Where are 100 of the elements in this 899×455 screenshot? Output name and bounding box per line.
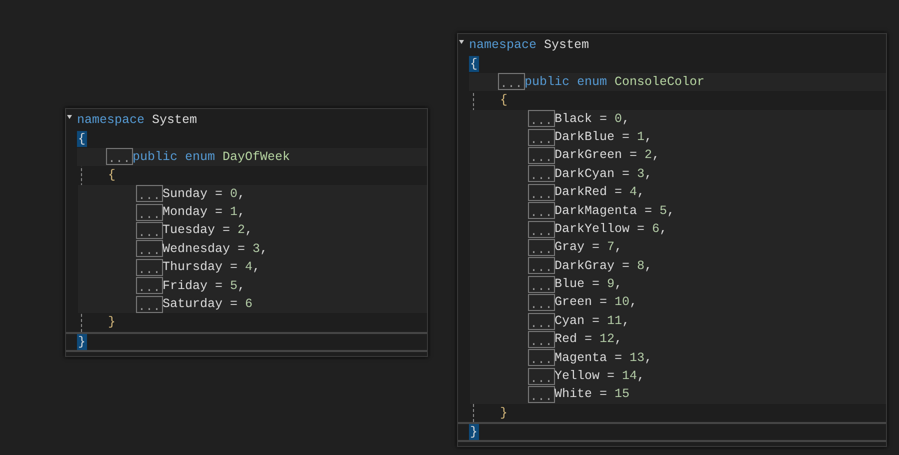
collapsed-marker[interactable]: ... bbox=[528, 128, 555, 146]
member-name: DarkGray bbox=[554, 258, 615, 275]
code-keyword: namespace bbox=[77, 112, 145, 129]
collapsed-marker[interactable]: ... bbox=[528, 349, 555, 366]
operator: = bbox=[238, 240, 246, 258]
collapsed-marker[interactable]: ... bbox=[528, 110, 555, 128]
collapsed-marker[interactable]: ... bbox=[528, 312, 555, 330]
operator: = bbox=[600, 110, 608, 128]
separator: , bbox=[252, 259, 260, 276]
operator: = bbox=[215, 278, 223, 295]
code-keyword: namespace bbox=[469, 37, 537, 54]
collapsed-marker[interactable]: ... bbox=[528, 330, 555, 348]
collapse-arrow-icon[interactable] bbox=[67, 115, 72, 119]
operator: = bbox=[215, 204, 223, 221]
separator: , bbox=[660, 220, 668, 238]
member-name: DarkYellow bbox=[554, 220, 630, 238]
member-value: 4 bbox=[245, 259, 253, 276]
separator: , bbox=[260, 240, 268, 258]
member-name: Yellow bbox=[554, 368, 600, 386]
member-value: 1 bbox=[637, 128, 645, 146]
member-name: Tuesday bbox=[162, 222, 216, 240]
member-value: 8 bbox=[637, 258, 645, 275]
separator: , bbox=[614, 331, 622, 348]
collapsed-marker[interactable]: ... bbox=[136, 277, 163, 294]
operator: = bbox=[600, 294, 608, 312]
separator: , bbox=[238, 186, 246, 203]
member-name: Saturday bbox=[162, 296, 223, 313]
code-keyword: public enum bbox=[524, 74, 608, 91]
operator: = bbox=[600, 386, 608, 404]
separator: , bbox=[637, 368, 645, 386]
collapsed-marker[interactable]: ... bbox=[528, 368, 555, 385]
collapsed-marker[interactable]: ... bbox=[136, 222, 163, 240]
member-name: Friday bbox=[162, 278, 208, 295]
separator: , bbox=[622, 312, 630, 330]
member-name: Gray bbox=[554, 239, 585, 256]
collapsed-marker[interactable]: ... bbox=[528, 165, 555, 182]
brace: } bbox=[77, 334, 87, 350]
operator: = bbox=[622, 258, 630, 275]
collapsed-marker[interactable]: ... bbox=[498, 73, 525, 90]
separator: , bbox=[614, 239, 622, 256]
collapsed-marker[interactable]: ... bbox=[136, 185, 163, 202]
member-name: Wednesday bbox=[162, 240, 230, 258]
member-name: Blue bbox=[554, 276, 585, 294]
member-value: 6 bbox=[245, 296, 253, 313]
namespace-name: System bbox=[544, 37, 590, 54]
separator: , bbox=[630, 294, 638, 312]
member-value: 9 bbox=[607, 276, 615, 294]
member-value: 12 bbox=[600, 331, 615, 348]
operator: = bbox=[230, 259, 238, 276]
collapsed-marker[interactable]: ... bbox=[528, 238, 555, 256]
member-value: 1 bbox=[230, 204, 238, 221]
member-value: 15 bbox=[614, 386, 630, 404]
collapsed-marker[interactable]: ... bbox=[528, 257, 555, 274]
separator: , bbox=[637, 184, 645, 202]
member-name: Monday bbox=[162, 204, 208, 221]
operator: = bbox=[614, 184, 622, 202]
member-value: 11 bbox=[607, 312, 622, 330]
brace: } bbox=[500, 405, 508, 421]
collapsed-marker[interactable]: ... bbox=[528, 202, 555, 220]
collapsed-marker[interactable]: ... bbox=[528, 294, 555, 312]
collapsed-marker[interactable]: ... bbox=[136, 204, 163, 221]
operator: = bbox=[637, 220, 645, 238]
separator: , bbox=[644, 258, 652, 275]
operator: = bbox=[215, 186, 223, 203]
operator: = bbox=[607, 368, 615, 386]
separator: , bbox=[614, 276, 622, 294]
separator: , bbox=[644, 166, 652, 183]
code-keyword: public enum bbox=[132, 148, 216, 166]
member-value: 5 bbox=[230, 278, 238, 295]
collapsed-marker[interactable]: ... bbox=[136, 240, 163, 258]
brace: { bbox=[108, 167, 116, 184]
collapsed-marker[interactable]: ... bbox=[528, 147, 555, 164]
member-name: DarkCyan bbox=[554, 166, 615, 183]
operator: = bbox=[222, 222, 230, 240]
member-name: DarkRed bbox=[554, 184, 608, 202]
namespace-name: System bbox=[152, 112, 198, 129]
collapsed-marker[interactable]: ... bbox=[136, 296, 163, 313]
separator: , bbox=[622, 110, 630, 128]
member-value: 3 bbox=[637, 166, 645, 183]
member-value: 2 bbox=[644, 147, 652, 164]
member-name: Magenta bbox=[554, 350, 608, 367]
operator: = bbox=[622, 166, 630, 183]
collapsed-marker[interactable]: ... bbox=[528, 220, 555, 238]
member-name: DarkGreen bbox=[554, 147, 622, 164]
member-name: Black bbox=[554, 110, 592, 128]
operator: = bbox=[592, 239, 600, 256]
collapsed-marker[interactable]: ... bbox=[106, 148, 133, 166]
collapsed-marker[interactable]: ... bbox=[528, 276, 555, 293]
operator: = bbox=[614, 350, 622, 367]
member-name: Cyan bbox=[554, 312, 585, 330]
collapsed-marker[interactable]: ... bbox=[528, 386, 555, 404]
collapsed-marker[interactable]: ... bbox=[136, 258, 163, 276]
separator: , bbox=[644, 350, 652, 367]
brace: } bbox=[469, 424, 479, 440]
collapse-arrow-icon[interactable] bbox=[459, 40, 464, 44]
member-name: Green bbox=[554, 294, 592, 312]
separator: , bbox=[644, 128, 652, 146]
brace: { bbox=[77, 130, 87, 147]
member-value: 0 bbox=[230, 186, 238, 203]
collapsed-marker[interactable]: ... bbox=[528, 184, 555, 201]
